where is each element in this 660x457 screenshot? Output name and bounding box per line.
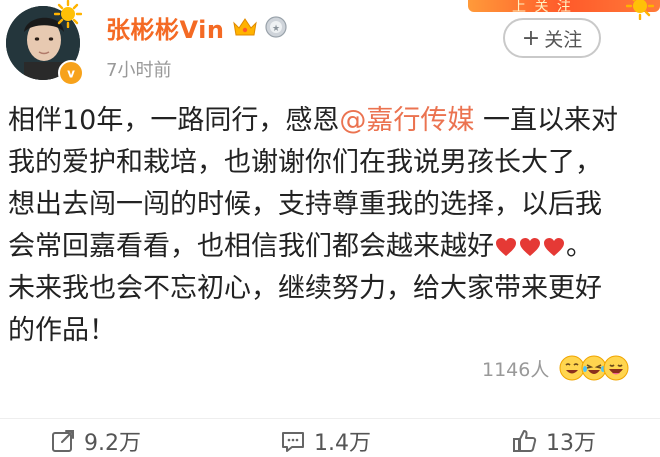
comment-count: 1.4万: [314, 431, 371, 456]
repost-count: 9.2万: [84, 431, 141, 456]
repost-icon: [52, 430, 74, 452]
crown-icon[interactable]: [232, 16, 258, 38]
content-text: 相伴10年，一路同行，感恩: [8, 105, 340, 136]
action-bar: 9.2万 1.4万 13万: [0, 418, 660, 456]
content-line: 的作品！: [8, 310, 656, 352]
mention-link[interactable]: @嘉行传媒: [339, 105, 474, 136]
corner-sun-icon: [626, 0, 654, 20]
thumbs-up-icon: [513, 430, 537, 452]
svg-text:★: ★: [272, 24, 280, 34]
verified-badge-icon: v: [58, 60, 84, 86]
reaction-count: 1146人: [482, 358, 550, 381]
medal-icon[interactable]: ★: [264, 15, 288, 39]
content-line: 未来我也会不忘初心，继续努力，给大家带来更好: [8, 268, 656, 310]
username[interactable]: 张彬彬Vin: [106, 10, 224, 45]
heart-icon: [520, 238, 540, 256]
svg-text:v: v: [67, 67, 75, 81]
heart-icon: [496, 238, 516, 256]
post-content: 相伴10年，一路同行，感恩@嘉行传媒 一直以来对 我的爱护和栽培，也谢谢你们在我…: [8, 100, 656, 352]
post-timestamp: 7小时前: [106, 60, 172, 81]
follow-label: 关注: [544, 28, 583, 51]
repost-button[interactable]: 9.2万: [50, 425, 141, 457]
plus-icon: +: [521, 25, 541, 51]
reaction-summary[interactable]: 1146人: [482, 350, 629, 386]
content-text: 我的爱护和栽培，也谢谢你们在我说男孩长大了，: [8, 147, 602, 178]
content-line: 想出去闯一闯的时候，支持尊重我的选择，以后我: [8, 184, 656, 226]
avatar-container[interactable]: v: [6, 0, 88, 88]
heart-icon: [544, 238, 564, 256]
weibo-post: v 张彬彬Vin ★ 7小时前 + 关注 上 关 注 相伴10年，一路同行，感恩…: [0, 0, 660, 456]
content-text: 的作品！: [8, 315, 116, 346]
sun-icon: [54, 0, 82, 28]
follow-button[interactable]: + 关注: [503, 18, 601, 58]
content-line: 我的爱护和栽培，也谢谢你们在我说男孩长大了，: [8, 142, 656, 184]
content-text: 。: [566, 231, 593, 262]
post-header: v 张彬彬Vin ★ 7小时前 + 关注 上 关 注: [0, 0, 660, 100]
name-row: 张彬彬Vin ★: [106, 10, 288, 44]
content-line: 会常回嘉看看，也相信我们都会越来越好 。: [8, 226, 656, 268]
corner-banner-text: 上 关 注: [512, 0, 573, 15]
like-button[interactable]: 13万: [512, 425, 596, 457]
content-text: 想出去闯一闯的时候，支持尊重我的选择，以后我: [8, 189, 602, 220]
laughing-icon: [603, 355, 629, 381]
comment-icon: [282, 432, 304, 452]
content-line: 相伴10年，一路同行，感恩@嘉行传媒 一直以来对: [8, 100, 656, 142]
comment-button[interactable]: 1.4万: [280, 425, 371, 457]
content-text: 一直以来对: [482, 105, 618, 136]
content-text: 未来我也会不忘初心，继续努力，给大家带来更好: [8, 273, 602, 304]
like-count: 13万: [546, 431, 596, 456]
content-text: 会常回嘉看看，也相信我们都会越来越好: [8, 231, 494, 262]
